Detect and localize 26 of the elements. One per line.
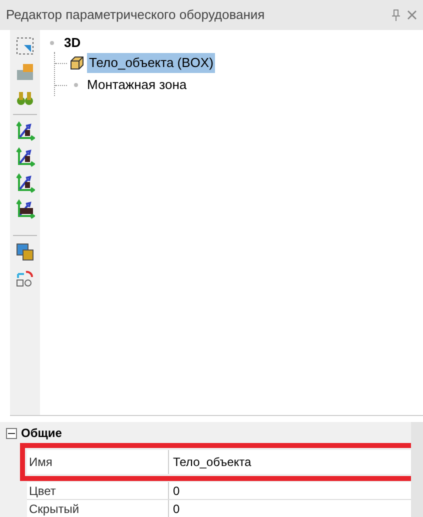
property-row[interactable]: Скрытый 0 bbox=[27, 500, 411, 517]
axes-icon[interactable] bbox=[15, 147, 35, 167]
property-name: Имя bbox=[27, 450, 169, 474]
tree-item[interactable]: Тело_объекта (BOX) bbox=[87, 53, 216, 73]
property-value: 0 bbox=[172, 500, 181, 517]
close-icon[interactable] bbox=[407, 10, 417, 20]
property-row[interactable]: Имя Тело_объекта bbox=[27, 450, 411, 474]
tree-node-icon bbox=[74, 83, 78, 87]
property-name: Скрытый bbox=[27, 500, 169, 517]
tree-item[interactable]: 3D bbox=[62, 33, 83, 53]
cube-icon bbox=[70, 56, 84, 70]
selection-icon[interactable] bbox=[15, 36, 35, 56]
property-name: Цвет bbox=[27, 482, 169, 499]
property-row[interactable]: Цвет 0 bbox=[27, 482, 411, 500]
layers-icon[interactable] bbox=[15, 242, 35, 262]
axes-icon[interactable] bbox=[15, 121, 35, 141]
collapse-icon[interactable] bbox=[6, 428, 17, 438]
panel-title: Редактор параметрического оборудования bbox=[6, 6, 266, 24]
tree-node-icon bbox=[50, 41, 54, 45]
axes-icon[interactable] bbox=[15, 173, 35, 193]
axes-icon[interactable] bbox=[15, 199, 35, 219]
pin-icon[interactable] bbox=[391, 9, 401, 21]
property-value: 0 bbox=[172, 482, 181, 499]
tree-item[interactable]: Монтажная зона bbox=[85, 75, 189, 95]
property-value: Тело_объекта bbox=[172, 454, 252, 471]
category-label: Общие bbox=[21, 425, 62, 442]
